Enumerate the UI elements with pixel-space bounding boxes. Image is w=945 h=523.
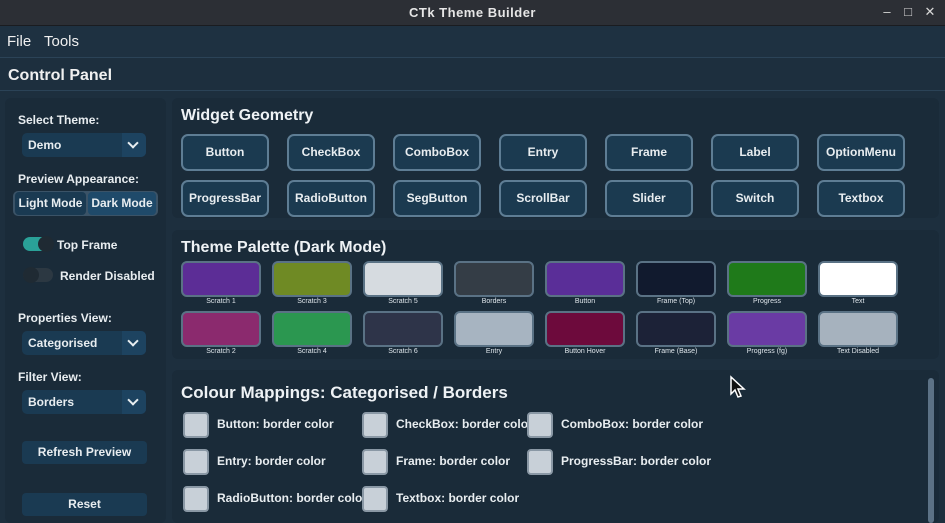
minimize-icon[interactable]: – [878,3,896,21]
palette-swatch-label: Borders [481,298,507,305]
properties-view-label: Properties View: [18,311,112,325]
reset-button[interactable]: Reset [22,493,147,516]
palette-swatch[interactable] [818,311,898,347]
palette-swatch[interactable] [727,261,807,297]
palette-swatch-label: Frame (Top) [656,298,696,305]
palette-swatch-label: Button Hover [564,348,606,355]
filter-view-select[interactable]: Borders [22,390,146,414]
palette-swatch[interactable] [454,261,534,297]
close-icon[interactable]: ✕ [921,3,939,21]
colour-swatch-button[interactable] [183,412,209,438]
chevron-down-icon[interactable] [122,133,146,157]
colour-mapping-label: Frame: border color [396,454,511,468]
geometry-widget-optionmenu[interactable]: OptionMenu [817,134,905,171]
menu-tools[interactable]: Tools [44,33,79,50]
colour-swatch-button[interactable] [183,449,209,475]
control-panel-title: Control Panel [8,67,113,84]
palette-swatch[interactable] [818,261,898,297]
menu-file[interactable]: File [7,33,31,50]
window-title: CTk Theme Builder [409,5,536,20]
geometry-widget-switch[interactable]: Switch [711,180,799,217]
theme-palette-title: Theme Palette (Dark Mode) [181,239,387,256]
palette-swatch-label: Progress [752,298,781,305]
palette-swatch-label: Progress (fg) [746,348,788,355]
filter-view-value: Borders [28,395,75,409]
palette-swatch[interactable] [181,261,261,297]
colour-mapping-label: Textbox: border color [396,491,520,505]
colour-swatch-button[interactable] [183,486,209,512]
geometry-widget-checkbox[interactable]: CheckBox [287,134,375,171]
properties-view-select[interactable]: Categorised [22,331,146,355]
palette-swatch-label: Text Disabled [836,348,880,355]
palette-swatch[interactable] [727,311,807,347]
palette-swatch[interactable] [636,261,716,297]
palette-swatch-label: Entry [485,348,503,355]
chevron-down-icon[interactable] [122,390,146,414]
geometry-widget-radiobutton[interactable]: RadioButton [287,180,375,217]
top-frame-switch[interactable] [23,236,54,252]
palette-swatch[interactable] [454,311,534,347]
select-theme-label: Select Theme: [18,113,100,127]
mappings-scrollbar[interactable] [928,378,934,523]
colour-mappings-title: Colour Mappings: Categorised / Borders [181,383,508,402]
palette-swatch[interactable] [545,261,625,297]
filter-view-label: Filter View: [18,370,82,384]
colour-swatch-button[interactable] [527,449,553,475]
colour-swatch-button[interactable] [362,412,388,438]
refresh-preview-button[interactable]: Refresh Preview [22,441,147,464]
dark-mode-button[interactable]: Dark Mode [88,192,156,215]
geometry-widget-textbox[interactable]: Textbox [817,180,905,217]
widget-geometry-title: Widget Geometry [181,107,314,124]
render-disabled-label: Render Disabled [60,269,155,283]
colour-mapping-label: ComboBox: border color [561,417,704,431]
palette-swatch-label: Scratch 1 [206,298,236,305]
palette-swatch-label: Scratch 6 [388,348,418,355]
menu-bar [0,26,945,58]
palette-swatch[interactable] [363,311,443,347]
palette-swatch-label: Frame (Base) [654,348,698,355]
top-frame-label: Top Frame [57,238,118,252]
divider [0,90,945,91]
geometry-widget-combobox[interactable]: ComboBox [393,134,481,171]
palette-swatch[interactable] [363,261,443,297]
render-disabled-switch[interactable] [23,267,53,283]
colour-mapping-label: Button: border color [217,417,334,431]
palette-swatch[interactable] [272,261,352,297]
geometry-widget-button[interactable]: Button [181,134,269,171]
geometry-widget-entry[interactable]: Entry [499,134,587,171]
palette-swatch[interactable] [181,311,261,347]
properties-view-value: Categorised [28,336,98,350]
colour-swatch-button[interactable] [527,412,553,438]
switch-knob [38,236,54,252]
switch-knob [23,267,39,283]
theme-select-value: Demo [28,138,62,152]
palette-swatch-label: Scratch 3 [297,298,327,305]
chevron-down-icon[interactable] [122,331,146,355]
geometry-widget-segbutton[interactable]: SegButton [393,180,481,217]
geometry-widget-progressbar[interactable]: ProgressBar [181,180,269,217]
maximize-icon[interactable]: □ [899,3,917,21]
palette-swatch-label: Text [851,298,865,305]
colour-mapping-label: CheckBox: border color [396,417,533,431]
mouse-cursor-icon [730,375,746,398]
geometry-widget-slider[interactable]: Slider [605,180,693,217]
palette-swatch-label: Button [574,298,596,305]
geometry-widget-label[interactable]: Label [711,134,799,171]
palette-swatch[interactable] [545,311,625,347]
palette-swatch-label: Scratch 2 [206,348,236,355]
geometry-widget-scrollbar[interactable]: ScrollBar [499,180,587,217]
colour-mapping-label: ProgressBar: border color [561,454,712,468]
preview-appearance-label: Preview Appearance: [18,172,139,186]
light-mode-button[interactable]: Light Mode [15,192,86,215]
palette-swatch[interactable] [272,311,352,347]
colour-swatch-button[interactable] [362,449,388,475]
geometry-widget-frame[interactable]: Frame [605,134,693,171]
colour-mapping-label: RadioButton: border color [217,491,367,505]
palette-swatch-label: Scratch 4 [297,348,327,355]
palette-swatch[interactable] [636,311,716,347]
theme-select[interactable]: Demo [22,133,146,157]
colour-mapping-label: Entry: border color [217,454,326,468]
colour-swatch-button[interactable] [362,486,388,512]
palette-swatch-label: Scratch 5 [388,298,418,305]
